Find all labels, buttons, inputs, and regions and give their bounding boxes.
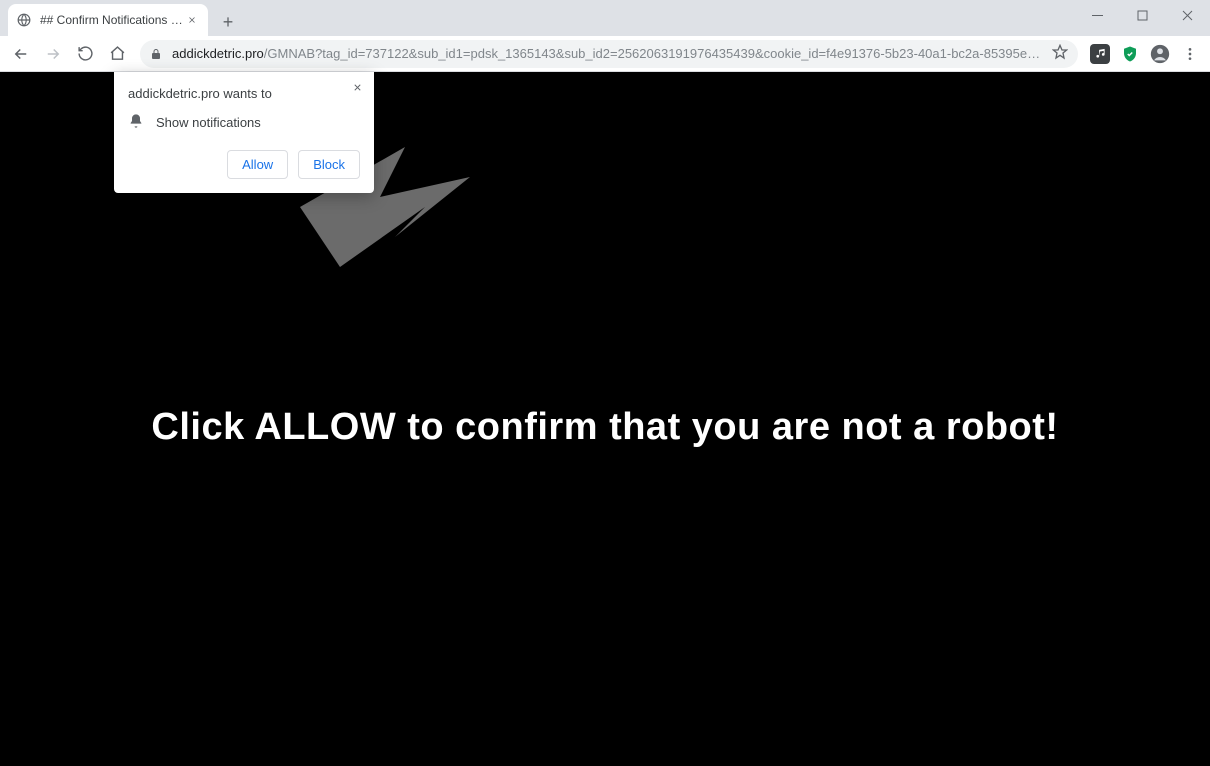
toolbar: addickdetric.pro /GMNAB?tag_id=737122&su…	[0, 36, 1210, 72]
forward-button[interactable]	[38, 39, 68, 69]
home-button[interactable]	[102, 39, 132, 69]
url-path: /GMNAB?tag_id=737122&sub_id1=pdsk_136514…	[264, 46, 1046, 61]
bookmark-star-icon[interactable]	[1052, 44, 1068, 63]
profile-icon[interactable]	[1146, 40, 1174, 68]
new-tab-button[interactable]: +	[214, 8, 242, 36]
tab-title: ## Confirm Notifications ##	[40, 13, 184, 27]
maximize-button[interactable]	[1120, 0, 1165, 30]
allow-button[interactable]: Allow	[227, 150, 288, 179]
globe-icon	[16, 12, 32, 28]
menu-icon[interactable]	[1176, 40, 1204, 68]
page-content: Click ALLOW to confirm that you are not …	[0, 72, 1210, 766]
lock-icon	[150, 48, 164, 60]
back-button[interactable]	[6, 39, 36, 69]
prompt-title: addickdetric.pro wants to	[128, 86, 360, 101]
extension-music-icon[interactable]	[1086, 40, 1114, 68]
address-bar[interactable]: addickdetric.pro /GMNAB?tag_id=737122&su…	[140, 40, 1078, 68]
window-close-button[interactable]	[1165, 0, 1210, 30]
browser-tab[interactable]: ## Confirm Notifications ##	[8, 4, 208, 36]
tab-strip: ## Confirm Notifications ## +	[0, 0, 1210, 36]
reload-button[interactable]	[70, 39, 100, 69]
window-controls	[1075, 0, 1210, 30]
prompt-line: Show notifications	[156, 115, 261, 130]
page-headline: Click ALLOW to confirm that you are not …	[0, 406, 1210, 449]
notification-prompt: addickdetric.pro wants to Show notificat…	[114, 72, 374, 193]
url-host: addickdetric.pro	[172, 46, 264, 61]
close-tab-icon[interactable]	[184, 12, 200, 28]
block-button[interactable]: Block	[298, 150, 360, 179]
minimize-button[interactable]	[1075, 0, 1120, 30]
prompt-close-icon[interactable]	[348, 78, 366, 96]
bell-icon	[128, 113, 144, 132]
extension-shield-icon[interactable]	[1116, 40, 1144, 68]
